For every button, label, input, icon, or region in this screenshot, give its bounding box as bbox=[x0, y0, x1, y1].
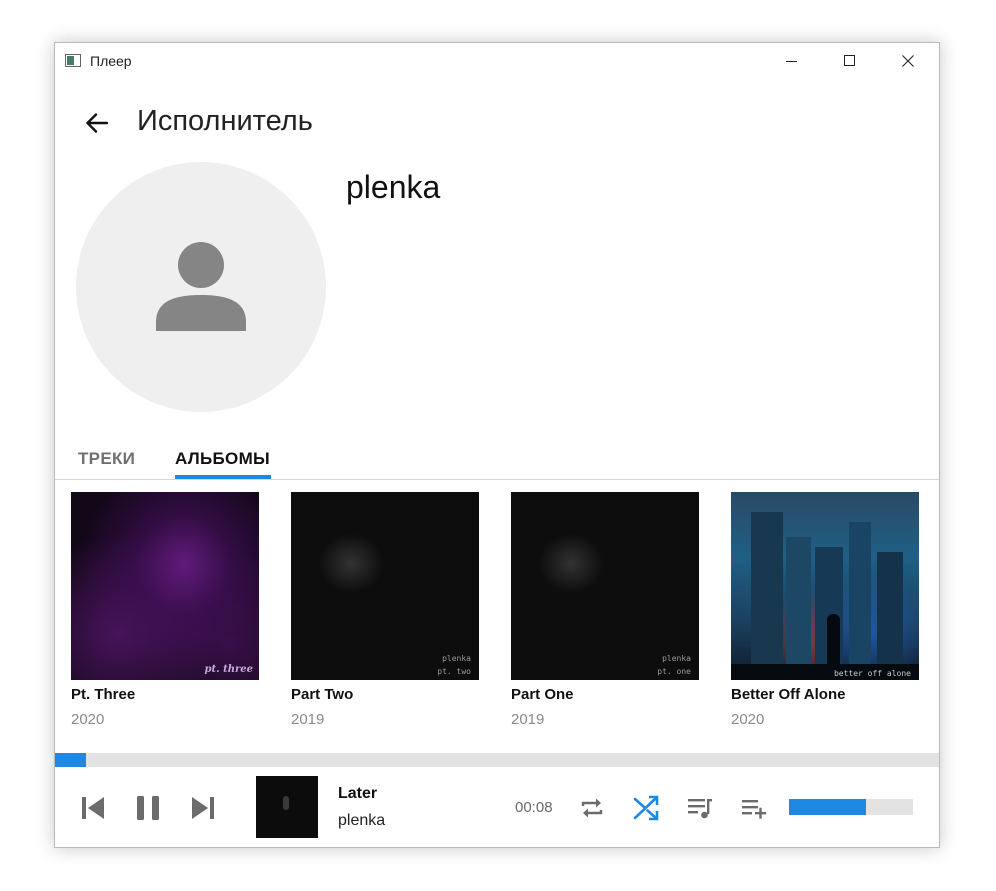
next-button[interactable] bbox=[185, 790, 221, 826]
city-building bbox=[877, 552, 903, 680]
shuffle-button[interactable] bbox=[628, 790, 664, 826]
page-title: Исполнитель bbox=[137, 105, 313, 137]
close-button[interactable] bbox=[879, 43, 937, 79]
avatar bbox=[76, 162, 326, 412]
close-icon bbox=[902, 55, 914, 67]
album-title: Pt. Three bbox=[71, 686, 136, 703]
cover-figure bbox=[283, 796, 289, 810]
window-title: Плеер bbox=[90, 53, 132, 69]
album-cover-caption: pt. three bbox=[204, 664, 253, 675]
maximize-button[interactable] bbox=[821, 43, 879, 79]
minimize-icon bbox=[786, 61, 797, 62]
album-card[interactable]: plenka pt. two Part Two 2019 bbox=[291, 492, 479, 728]
repeat-icon bbox=[581, 798, 603, 818]
maximize-icon bbox=[844, 55, 855, 66]
repeat-button[interactable] bbox=[574, 790, 610, 826]
playback-progress-bar[interactable] bbox=[55, 753, 939, 767]
previous-icon bbox=[82, 797, 104, 819]
pause-icon bbox=[137, 796, 159, 820]
album-cover-caption: pt. two bbox=[437, 667, 471, 676]
album-year: 2020 bbox=[731, 711, 765, 728]
previous-button[interactable] bbox=[75, 790, 111, 826]
back-button[interactable] bbox=[81, 107, 113, 139]
album-card[interactable]: plenka pt. one Part One 2019 bbox=[511, 492, 699, 728]
queue-music-icon bbox=[688, 799, 712, 819]
now-playing-cover[interactable] bbox=[256, 776, 318, 838]
album-year: 2019 bbox=[291, 711, 325, 728]
next-icon bbox=[192, 797, 214, 819]
city-building bbox=[751, 512, 783, 680]
album-cover: plenka pt. one bbox=[511, 492, 699, 680]
app-window: Плеер Исполнитель plenka ТРЕКИ АЛЬБОМЫ p… bbox=[54, 42, 940, 848]
album-cover: pt. three bbox=[71, 492, 259, 680]
city-building bbox=[849, 522, 871, 680]
now-playing-title[interactable]: Later bbox=[338, 785, 377, 803]
shuffle-icon bbox=[633, 795, 659, 821]
playlist-add-icon bbox=[742, 800, 766, 819]
album-year: 2020 bbox=[71, 711, 105, 728]
album-title: Part Two bbox=[291, 686, 354, 703]
album-title: Better Off Alone bbox=[731, 686, 846, 703]
app-window-icon bbox=[65, 54, 81, 67]
album-cover: plenka pt. two bbox=[291, 492, 479, 680]
album-cover: better off alone bbox=[731, 492, 919, 680]
album-card[interactable]: better off alone Better Off Alone 2020 bbox=[731, 492, 919, 728]
playback-progress-fill bbox=[55, 753, 86, 767]
elapsed-time: 00:08 bbox=[515, 799, 553, 816]
tabs-divider bbox=[55, 479, 939, 480]
artist-name: plenka bbox=[346, 169, 441, 205]
album-card[interactable]: pt. three Pt. Three 2020 bbox=[71, 492, 259, 728]
now-playing-artist[interactable]: plenka bbox=[338, 812, 385, 830]
queue-button[interactable] bbox=[682, 790, 718, 826]
add-to-playlist-button[interactable] bbox=[736, 790, 772, 826]
minimize-button[interactable] bbox=[763, 43, 821, 79]
volume-slider[interactable] bbox=[789, 799, 913, 815]
tab-albums[interactable]: АЛЬБОМЫ bbox=[175, 449, 270, 469]
title-bar[interactable]: Плеер bbox=[55, 43, 939, 79]
person-icon bbox=[156, 242, 246, 331]
arrow-left-icon bbox=[86, 113, 109, 133]
album-cover-caption: plenka bbox=[442, 654, 471, 663]
album-year: 2019 bbox=[511, 711, 545, 728]
album-cover-caption: pt. one bbox=[657, 667, 691, 676]
person-silhouette bbox=[827, 614, 840, 666]
volume-fill bbox=[789, 799, 866, 815]
album-cover-caption: better off alone bbox=[833, 669, 911, 678]
album-cover-caption: plenka bbox=[662, 654, 691, 663]
city-building bbox=[786, 537, 811, 680]
album-title: Part One bbox=[511, 686, 574, 703]
tab-tracks[interactable]: ТРЕКИ bbox=[78, 449, 135, 469]
pause-button[interactable] bbox=[130, 790, 166, 826]
